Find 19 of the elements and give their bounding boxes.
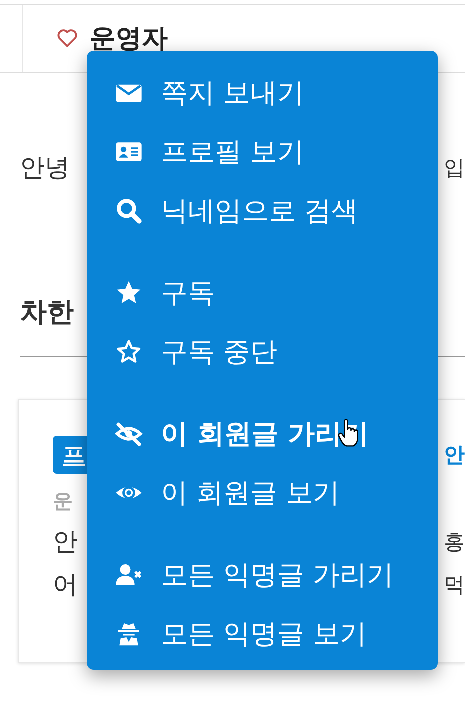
- star-outline-icon: [115, 338, 143, 366]
- menu-item[interactable]: 구독 중단: [87, 322, 438, 381]
- post-text: 어: [53, 569, 78, 601]
- section-title: 차한: [20, 297, 74, 328]
- menu-item[interactable]: 구독: [87, 263, 438, 322]
- body-text: 입: [444, 154, 465, 182]
- post-text: 먹: [444, 572, 465, 598]
- menu-item[interactable]: 모든 익명글 가리기: [87, 545, 438, 604]
- post-text: 안: [53, 526, 78, 558]
- post-author: 운: [53, 488, 73, 515]
- menu-item[interactable]: 닉네임으로 검색: [87, 181, 438, 240]
- menu-item[interactable]: 쪽지 보내기: [87, 63, 438, 122]
- post-title[interactable]: 안: [444, 441, 465, 469]
- search-icon: [115, 196, 143, 224]
- post-text: 홍: [444, 528, 465, 556]
- menu-item[interactable]: 모든 익명글 보기: [87, 604, 438, 663]
- body-text: 안녕: [20, 152, 70, 184]
- menu-item[interactable]: 프로필 보기: [87, 122, 438, 181]
- heart-icon: [57, 29, 78, 48]
